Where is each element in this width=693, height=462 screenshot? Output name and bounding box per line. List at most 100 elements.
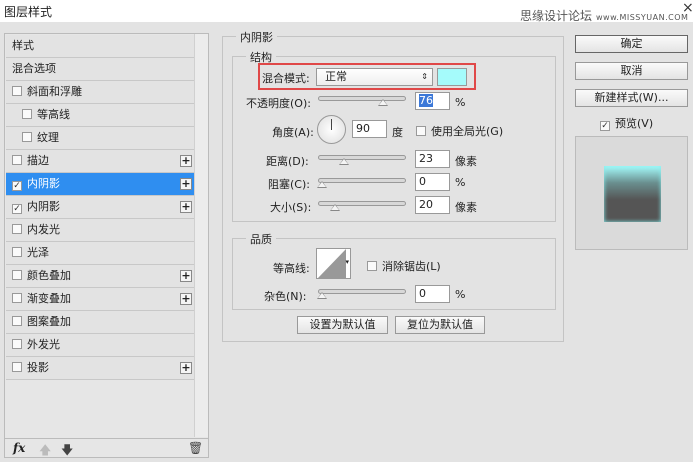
sidebar-item-label: 外发光 [27, 338, 60, 351]
checkbox[interactable] [12, 316, 22, 326]
slider-thumb[interactable] [339, 158, 350, 165]
global-light-checkbox[interactable]: 使用全局光(G) [416, 123, 503, 139]
contour-label: 等高线: [273, 262, 310, 275]
add-icon[interactable]: + [180, 270, 192, 282]
add-icon[interactable]: + [180, 293, 192, 305]
noise-slider[interactable] [317, 289, 406, 299]
distance-unit: 像素 [455, 155, 477, 168]
preview-checkbox[interactable]: ✓ 预览(V) [600, 115, 653, 131]
checkbox[interactable]: ✓ [12, 204, 22, 214]
checkbox[interactable] [22, 132, 32, 142]
preview-label: 预览(V) [615, 117, 654, 130]
sidebar-item[interactable]: 斜面和浮雕 [6, 81, 195, 104]
checkbox[interactable] [12, 362, 22, 372]
sidebar-item-label: 描边 [27, 154, 49, 167]
opacity-input[interactable]: 76 [415, 92, 450, 110]
blend-mode-select[interactable]: 正常 ⇕ [316, 68, 433, 86]
noise-input[interactable]: 0 [415, 285, 450, 303]
distance-slider[interactable] [318, 155, 406, 165]
checkbox[interactable] [12, 247, 22, 257]
window-title: 图层样式 [4, 5, 53, 19]
reset-default-button[interactable]: 复位为默认值 [395, 316, 485, 334]
close-icon[interactable]: × [682, 0, 693, 16]
sidebar-item[interactable]: 外发光 [6, 334, 195, 357]
sidebar-item-label: 图案叠加 [27, 315, 71, 328]
sidebar-item[interactable]: ✓ 内阴影 + [6, 173, 195, 196]
sidebar-item-label: 纹理 [37, 131, 59, 144]
shadow-color-swatch[interactable] [437, 68, 467, 86]
opacity-slider[interactable] [318, 96, 406, 106]
size-slider[interactable] [318, 201, 406, 211]
sidebar-item[interactable]: 光泽 [6, 242, 195, 265]
cancel-button[interactable]: 取消 [575, 62, 688, 80]
checkbox[interactable] [22, 109, 32, 119]
sidebar-item[interactable]: 混合选项 [6, 58, 195, 81]
sidebar-item-label: 混合选项 [12, 62, 56, 75]
opacity-label: 不透明度(O): [246, 97, 311, 110]
fx-icon[interactable]: fx [13, 441, 25, 455]
add-icon[interactable]: + [180, 362, 192, 374]
quality-title: 品质 [246, 231, 276, 247]
move-down-icon[interactable]: 🡇 [61, 441, 73, 462]
sidebar-item[interactable]: 颜色叠加 + [6, 265, 195, 288]
sidebar-item-label: 渐变叠加 [27, 292, 71, 305]
sidebar-item[interactable]: 纹理 [6, 127, 195, 150]
dropdown-arrow-icon: ▾ [345, 258, 349, 266]
choke-slider[interactable] [317, 178, 406, 188]
sidebar-item[interactable]: 投影 + [6, 357, 195, 380]
add-icon[interactable]: + [180, 155, 192, 167]
set-default-button[interactable]: 设置为默认值 [297, 316, 388, 334]
move-up-icon[interactable]: 🡅 [39, 441, 51, 462]
checkbox[interactable] [12, 339, 22, 349]
opacity-value: 76 [419, 94, 433, 107]
add-icon[interactable]: + [180, 178, 192, 190]
slider-thumb[interactable] [317, 292, 327, 299]
add-icon[interactable]: + [180, 201, 192, 213]
sidebar-item-label: 内发光 [27, 223, 60, 236]
opacity-unit: % [455, 96, 466, 109]
angle-dial[interactable] [317, 115, 346, 144]
checkbox[interactable] [367, 261, 377, 271]
size-unit: 像素 [455, 201, 477, 214]
size-input[interactable]: 20 [415, 196, 450, 214]
ok-button[interactable]: 确定 [575, 35, 688, 53]
sidebar-item[interactable]: 内发光 [6, 219, 195, 242]
checkbox[interactable]: ✓ [12, 181, 22, 191]
slider-thumb[interactable] [329, 204, 340, 211]
checkbox[interactable] [12, 155, 22, 165]
distance-input[interactable]: 23 [415, 150, 450, 168]
checkbox[interactable] [12, 224, 22, 234]
antialias-checkbox[interactable]: 消除锯齿(L) [367, 258, 441, 274]
global-light-label: 使用全局光(G) [431, 125, 504, 138]
sidebar-item[interactable]: 渐变叠加 + [6, 288, 195, 311]
sidebar-item[interactable]: 等高线 [6, 104, 195, 127]
contour-picker[interactable]: ▾ [316, 248, 351, 279]
sidebar-item-label: 光泽 [27, 246, 49, 259]
sidebar-item[interactable]: 样式 [6, 35, 195, 58]
checkbox[interactable]: ✓ [600, 121, 610, 131]
angle-input[interactable]: 90 [352, 120, 387, 138]
blend-mode-label: 混合模式: [262, 72, 310, 85]
sidebar-item[interactable]: 描边 + [6, 150, 195, 173]
sidebar-item[interactable]: ✓ 内阴影 + [6, 196, 195, 219]
sidebar-item-label: 内阴影 [27, 177, 60, 190]
checkbox[interactable] [12, 270, 22, 280]
checkbox[interactable] [416, 126, 426, 136]
scrollbar[interactable] [194, 34, 208, 437]
style-list: 样式 混合选项 斜面和浮雕 等高线 纹理 描边 + ✓ 内阴影 + ✓ 内阴影 + 内发光 光泽 颜色叠加 + 渐… [4, 33, 209, 458]
slider-thumb[interactable] [317, 181, 327, 188]
new-style-button[interactable]: 新建样式(W)... [575, 89, 688, 107]
slider-thumb[interactable] [377, 99, 388, 106]
angle-label: 角度(A): [272, 126, 314, 139]
list-toolbar: fx 🡅 🡇 🗑 [5, 438, 208, 457]
sidebar-item-label: 斜面和浮雕 [27, 85, 82, 98]
watermark: 思缘设计论坛 www.MISSYUAN.COM [520, 7, 688, 24]
sidebar-item-label: 颜色叠加 [27, 269, 71, 282]
trash-icon[interactable]: 🗑 [188, 441, 203, 455]
choke-input[interactable]: 0 [415, 173, 450, 191]
sidebar-item-label: 等高线 [37, 108, 70, 121]
sidebar-item[interactable]: 图案叠加 [6, 311, 195, 334]
checkbox[interactable] [12, 293, 22, 303]
checkbox[interactable] [12, 86, 22, 96]
updown-icon: ⇕ [421, 72, 428, 81]
